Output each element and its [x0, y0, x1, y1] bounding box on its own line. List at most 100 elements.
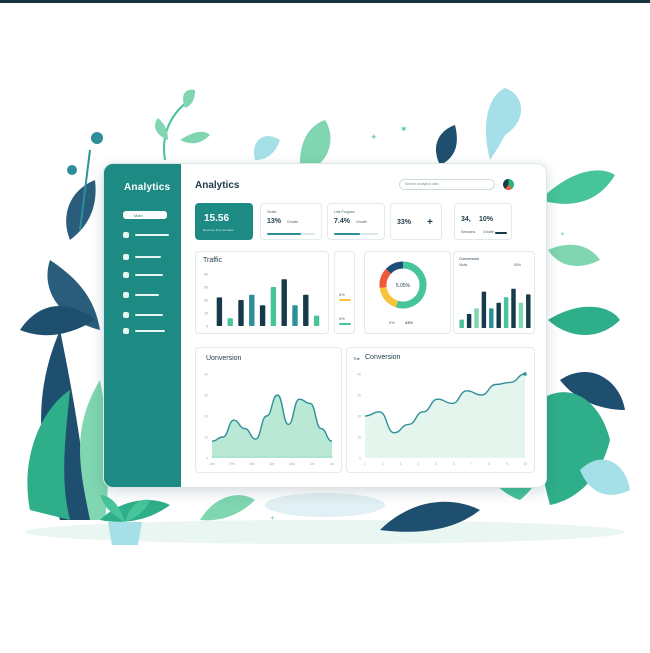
- x-tick: Mar: [249, 462, 255, 466]
- plant-pot: [108, 522, 142, 545]
- leaf-right: [540, 170, 615, 204]
- series-end-point: [523, 372, 527, 376]
- sidebar-item-users[interactable]: [123, 252, 161, 261]
- chart-icon: [123, 231, 129, 238]
- conversion-bar: [466, 314, 472, 328]
- donut-center-label: 5.05%: [396, 283, 411, 289]
- traffic-bar: [270, 287, 277, 326]
- traffic-card: Traffic 40 30 20 10 0: [195, 251, 329, 334]
- kpi-label: Link Program: [334, 210, 355, 214]
- x-tick: May: [289, 462, 295, 466]
- donut-slice: [379, 286, 399, 308]
- y-tick: 30: [204, 394, 208, 398]
- sidebar-item-label: [135, 329, 165, 332]
- search-input[interactable]: Search analytics data: [399, 179, 495, 190]
- leaf-right: [548, 244, 600, 266]
- berry: [91, 132, 103, 144]
- avatar[interactable]: [503, 179, 514, 190]
- x-tick: 7: [471, 462, 473, 466]
- traffic-bar: [249, 294, 255, 326]
- traffic-bar: [259, 305, 266, 326]
- leaf-blue-top-left: [66, 180, 96, 240]
- sidebar-item-mail[interactable]: [123, 310, 163, 319]
- kpi-progress-track: [495, 232, 507, 234]
- donut-card: 5.05% 0% 33%: [364, 251, 451, 334]
- conversion-bar-chart: [459, 288, 531, 328]
- kpi-value: 15.56: [204, 213, 230, 224]
- conversion-bar: [481, 291, 487, 328]
- x-tick: 10: [523, 462, 527, 466]
- kpi-value: 10%: [479, 216, 494, 223]
- berry: [67, 165, 77, 175]
- sidebar-item-main[interactable]: Main: [123, 211, 167, 219]
- conversion-bar: [459, 319, 464, 328]
- sidebar-item-label: [135, 313, 163, 316]
- stem: [163, 99, 191, 161]
- kpi-note: Growth: [356, 220, 368, 224]
- kpi-note: Sessions: [461, 230, 476, 234]
- traffic-y-tick: 20: [204, 299, 208, 303]
- x-tick: 8: [489, 462, 491, 466]
- x-tick: 4: [417, 462, 419, 466]
- mini-stat-card: 6% 0%: [334, 251, 355, 334]
- sidebar-item-settings[interactable]: [123, 270, 163, 279]
- kpi-card-revenue[interactable]: 15.56 Revenue from all sales: [195, 203, 253, 240]
- sidebar-item-folder[interactable]: [123, 290, 159, 299]
- sidebar-item-label: [135, 273, 163, 276]
- kpi-card-sessions[interactable]: 34, 10% Sessions Growth: [454, 203, 512, 240]
- conversion-bar-card: Conversion Visits 50%: [453, 251, 535, 334]
- traffic-bar: [238, 300, 244, 326]
- y-tick: 10: [204, 436, 208, 440]
- donut-slice: [385, 261, 404, 274]
- main-content: Analytics Search analytics data 15.56 Re…: [181, 164, 546, 487]
- x-tick: Jan: [209, 462, 214, 466]
- conversion-line-card: The Conversion 40 30 20 10 0 1 2 3 4 5 6 7 8 9 10: [346, 347, 535, 473]
- mini-label: 6%: [339, 292, 345, 297]
- kpi-note: Growth: [287, 220, 299, 224]
- leaf-small: [155, 118, 168, 140]
- mini-label: 0%: [339, 316, 345, 321]
- sidebar-item-label: Main: [134, 212, 143, 218]
- leaf-small: [180, 131, 210, 144]
- traffic-bar: [313, 315, 320, 326]
- kpi-card-link-program[interactable]: Link Program 7.4% Growth: [327, 203, 385, 240]
- traffic-bar: [216, 297, 223, 326]
- sidebar-item-label: [135, 293, 159, 296]
- sparkle-icon: ✦: [270, 515, 275, 522]
- sidebar-brand: Analytics: [124, 182, 171, 193]
- leaf-top-right: [485, 88, 522, 160]
- traffic-bar: [227, 318, 233, 326]
- y-tick: 20: [357, 415, 361, 419]
- conversion-line-chart: 40 30 20 10 01 2 3 4 5 6 7 8 9 10: [357, 372, 527, 466]
- sidebar-item-chart[interactable]: [123, 230, 169, 239]
- kpi-progress-fill: [267, 233, 301, 235]
- add-button[interactable]: +: [427, 217, 433, 228]
- leaf-top-right: [435, 125, 457, 165]
- conversion-area-card: Uonversion 40 30 20 10 0 Jan Feb Mar Apr May Jun Ju…: [195, 347, 342, 473]
- mini-bar: [339, 323, 351, 325]
- kpi-value: 13%: [267, 218, 282, 225]
- page-title: Analytics: [195, 180, 240, 191]
- x-tick: 3: [400, 462, 402, 466]
- leaf-right-light: [580, 459, 630, 495]
- traffic-chart: 40 30 20 10 0: [204, 273, 320, 329]
- sidebar: Analytics Main: [104, 164, 181, 487]
- kpi-card-percent[interactable]: 33% +: [390, 203, 442, 240]
- y-tick: 0: [359, 457, 361, 461]
- traffic-bar: [303, 294, 309, 326]
- mini-bar: [339, 299, 351, 301]
- leaf-right: [548, 306, 620, 335]
- area-fill: [365, 374, 525, 458]
- traffic-y-tick: 30: [204, 286, 208, 290]
- kpi-progress-fill: [334, 233, 361, 235]
- kpi-card-visitor[interactable]: Visitor 13% Growth: [260, 203, 322, 240]
- dashboard-window: Analytics Main Analytics Search analytic…: [103, 163, 547, 488]
- leaf-small: [183, 89, 195, 108]
- sidebar-item-report[interactable]: [123, 326, 165, 335]
- report-icon: [123, 327, 129, 334]
- x-tick: 6: [453, 462, 455, 466]
- kpi-progress-track: [334, 233, 378, 235]
- kpi-note: Growth: [483, 230, 495, 234]
- donut-slice: [379, 268, 392, 288]
- kpi-progress-track: [267, 233, 315, 235]
